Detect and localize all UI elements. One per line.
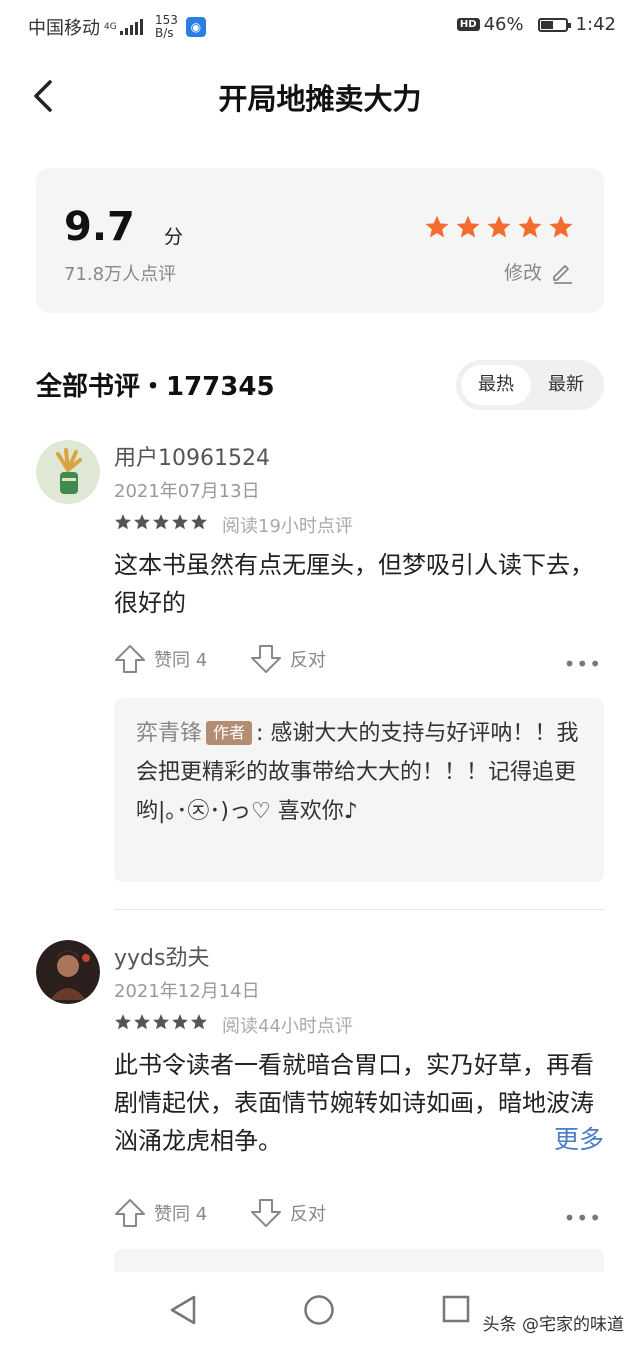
expand-more-link[interactable]: 更多 (539, 1120, 604, 1156)
square-recents-icon (442, 1295, 470, 1323)
author-reply-partial[interactable] (114, 1249, 604, 1272)
circle-home-icon (304, 1295, 334, 1325)
like-label: 赞同 4 (154, 1204, 208, 1225)
star-icon (153, 514, 169, 530)
star-icon[interactable] (455, 214, 481, 240)
speed-value: 153 (155, 13, 178, 27)
thumb-down-arrow-icon (251, 645, 281, 673)
star-icon (115, 1014, 131, 1030)
hd-icon: HD (456, 18, 480, 31)
status-right: HD 46% 1:42 (456, 14, 616, 35)
reply-text: : 感谢大大的支持与好评呐！！我会把更精彩的故事带给大大的！！！记得追更哟|｡･… (136, 721, 579, 824)
review-item: yyds劲夫 2021年12月14日 阅读44小时点评 此书令读者一看就暗合胃口… (0, 936, 640, 1272)
review-read-note: 阅读19小时点评 (222, 516, 353, 537)
edit-rating-button[interactable]: 修改 (504, 258, 574, 285)
rating-card: 9.7 分 71.8万人点评 修改 (36, 168, 604, 313)
battery-percent: 46% (483, 14, 524, 35)
author-tag: 作者 (206, 721, 253, 745)
battery-icon (537, 17, 571, 32)
review-username[interactable]: yyds劲夫 (114, 940, 209, 972)
star-icon (134, 1014, 150, 1030)
nav-back-button[interactable] (168, 1294, 198, 1330)
thumb-up-arrow-icon (115, 1199, 145, 1227)
app-notification-icon: ◉ (185, 17, 206, 37)
system-nav-bar: 头条 @宅家的味道 (0, 1272, 640, 1351)
star-icon[interactable] (548, 214, 574, 240)
review-date: 2021年12月14日 (114, 981, 260, 1002)
network-speed: 153 B/s (155, 14, 178, 40)
star-icon[interactable] (424, 214, 450, 240)
avatar-image (36, 440, 100, 504)
avatar[interactable] (36, 440, 100, 504)
dislike-button[interactable]: 反对 (250, 1198, 326, 1228)
carrier-name: 中国移动 (28, 18, 100, 39)
pencil-icon (553, 264, 572, 284)
like-button[interactable]: 赞同 4 (114, 1198, 207, 1228)
watermark: 头条 @宅家的味道 (482, 1315, 624, 1335)
nav-home-button[interactable] (303, 1294, 335, 1330)
more-options-icon[interactable]: ••• (564, 1206, 602, 1230)
review-read-note: 阅读44小时点评 (222, 1016, 353, 1037)
speed-unit: B/s (155, 26, 174, 40)
star-icon (191, 514, 207, 530)
avatar[interactable] (36, 940, 100, 1004)
page-title: 开局地摊卖大力 (218, 82, 422, 116)
like-button[interactable]: 赞同 4 (114, 644, 207, 674)
thumb-up-arrow-icon (115, 645, 145, 673)
nav-recents-button[interactable] (441, 1294, 471, 1328)
star-icon[interactable] (517, 214, 543, 240)
star-icon[interactable] (486, 214, 512, 240)
sort-toggle: 最热 最新 (456, 360, 604, 410)
like-label: 赞同 4 (154, 650, 208, 671)
rating-unit: 分 (164, 226, 184, 248)
star-icon (172, 514, 188, 530)
star-icon (191, 1014, 207, 1030)
review-text[interactable]: 此书令读者一看就暗合胃口，实乃好草，再看剧情起伏，表面情节婉转如诗如画，暗地波涛… (114, 1046, 608, 1160)
review-actions: 赞同 4 反对 ••• (114, 644, 608, 680)
edit-label: 修改 (503, 262, 542, 284)
signal-icon (120, 19, 143, 35)
divider (114, 909, 604, 910)
review-text[interactable]: 这本书虽然有点无厘头，但梦吸引人读下去，很好的 (114, 546, 608, 622)
reply-author[interactable]: 弈青锋 (136, 721, 202, 746)
star-icon (153, 1014, 169, 1030)
sort-new-tab[interactable]: 最新 (532, 365, 600, 405)
dislike-button[interactable]: 反对 (250, 644, 326, 674)
rating-stars[interactable] (424, 214, 574, 240)
star-icon (134, 514, 150, 530)
review-date: 2021年07月13日 (114, 481, 260, 502)
dislike-label: 反对 (290, 1204, 326, 1225)
triangle-back-icon (170, 1295, 196, 1325)
author-reply-content: 弈青锋 作者: 感谢大大的支持与好评呐！！我会把更精彩的故事带给大大的！！！记得追… (136, 714, 582, 831)
review-username[interactable]: 用户10961524 (114, 440, 270, 472)
thumb-down-arrow-icon (251, 1199, 281, 1227)
avatar-image (36, 940, 100, 1004)
review-actions: 赞同 4 反对 ••• (114, 1198, 608, 1234)
dislike-label: 反对 (290, 650, 326, 671)
sort-hot-tab[interactable]: 最热 (461, 365, 531, 405)
status-bar: 中国移动 4G 153 B/s ◉ HD 46% 1:42 (0, 0, 640, 56)
star-icon (172, 1014, 188, 1030)
star-icon (115, 514, 131, 530)
review-stars (114, 513, 208, 531)
rating-score: 9.7 (64, 204, 135, 250)
author-reply[interactable]: 弈青锋 作者: 感谢大大的支持与好评呐！！我会把更精彩的故事带给大大的！！！记得追… (114, 698, 604, 882)
more-options-icon[interactable]: ••• (564, 652, 602, 676)
rating-count: 71.8万人点评 (64, 264, 177, 285)
status-left: 中国移动 4G 153 B/s ◉ (28, 14, 206, 40)
review-item: 用户10961524 2021年07月13日 阅读19小时点评 这本书虽然有点无… (0, 436, 640, 910)
reviews-section-title: 全部书评・177345 (36, 372, 275, 402)
nav-bar: 开局地摊卖大力 (0, 56, 640, 136)
review-stars (114, 1013, 208, 1031)
clock: 1:42 (575, 14, 616, 35)
network-type: 4G (104, 21, 117, 32)
